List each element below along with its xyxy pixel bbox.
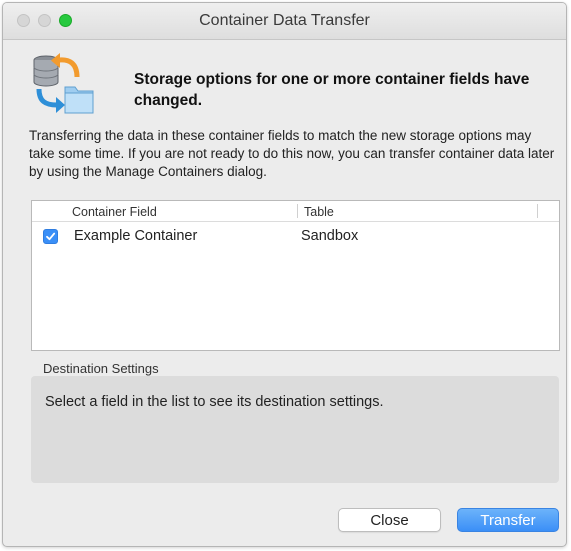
row-checkbox[interactable] <box>43 229 58 244</box>
column-divider[interactable] <box>537 204 538 218</box>
cell-table-name: Sandbox <box>301 228 359 244</box>
column-divider[interactable] <box>297 204 298 218</box>
column-header-table[interactable]: Table <box>304 205 334 219</box>
destination-settings-panel: Select a field in the list to see its de… <box>31 376 559 483</box>
checkmark-icon <box>46 232 56 241</box>
close-button[interactable]: Close <box>338 508 441 532</box>
transfer-button[interactable]: Transfer <box>457 508 559 532</box>
dialog-description: Transferring the data in these container… <box>29 128 555 179</box>
title-bar[interactable]: Container Data Transfer <box>3 3 566 40</box>
dialog-window: Container Data Transfer Storage options … <box>2 2 567 547</box>
destination-settings-label: Destination Settings <box>43 361 159 376</box>
cell-container-field: Example Container <box>74 228 198 244</box>
dialog-headline: Storage options for one or more containe… <box>134 71 530 109</box>
window-title: Container Data Transfer <box>199 12 370 29</box>
database-transfer-icon <box>27 51 95 117</box>
destination-settings-message: Select a field in the list to see its de… <box>45 394 384 410</box>
table-row[interactable]: Example Container Sandbox <box>32 226 559 248</box>
column-header-container-field[interactable]: Container Field <box>72 205 157 219</box>
list-header: Container Field Table <box>32 201 559 222</box>
container-field-list[interactable]: Container Field Table Example Container … <box>31 200 560 351</box>
